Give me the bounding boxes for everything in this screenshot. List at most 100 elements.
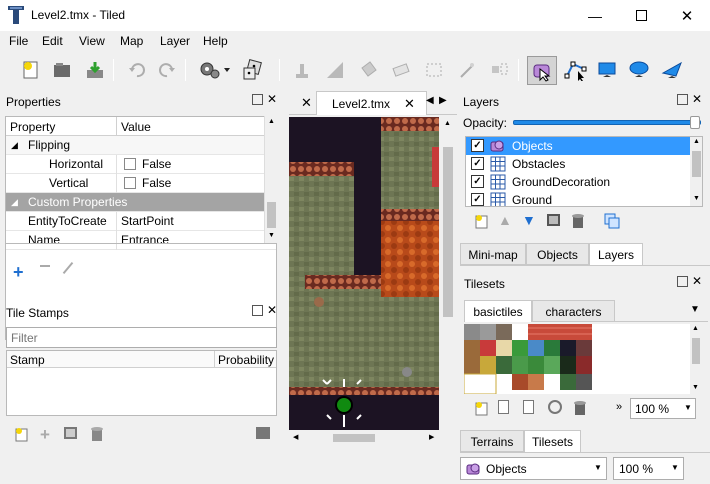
layer-row-ground[interactable]: ✓ Ground <box>466 191 690 206</box>
tab-objects[interactable]: Objects <box>526 243 589 265</box>
duplicate-stamp-icon[interactable] <box>64 427 77 439</box>
tab-level2[interactable]: Level2.tmx ✕ <box>316 91 427 115</box>
scroll-down-icon[interactable]: ▼ <box>693 195 700 202</box>
tab-tilesets[interactable]: Tilesets <box>524 430 581 452</box>
duplicate-layer-icon[interactable] <box>547 214 560 226</box>
remove-tileset-icon[interactable] <box>573 400 587 419</box>
menu-layer[interactable]: Layer <box>160 34 190 48</box>
scroll-right-icon[interactable]: ▶ <box>429 433 434 441</box>
insert-polygon-button[interactable] <box>659 57 687 83</box>
float-icon[interactable] <box>677 94 688 105</box>
terrain-brush-button[interactable] <box>322 57 348 83</box>
property-name[interactable]: Name Entrance <box>6 231 276 250</box>
float-icon[interactable] <box>252 94 263 105</box>
menu-view[interactable]: View <box>79 34 105 48</box>
property-entity-to-create[interactable]: EntityToCreate StartPoint <box>6 212 276 231</box>
tab-terrains[interactable]: Terrains <box>460 430 524 452</box>
property-vertical[interactable]: Vertical False <box>6 174 276 193</box>
open-button[interactable] <box>49 57 75 83</box>
close-dock-icon[interactable]: ✕ <box>267 93 277 105</box>
tab-layers[interactable]: Layers <box>589 243 643 265</box>
scroll-down-icon[interactable]: ▼ <box>268 232 275 239</box>
group-custom-properties[interactable]: ◢ Custom Properties <box>6 193 276 212</box>
scroll-up-icon[interactable]: ▲ <box>268 118 275 125</box>
menu-edit[interactable]: Edit <box>42 34 63 48</box>
layer-row-objects[interactable]: ✓ Objects <box>466 137 690 155</box>
group-flipping[interactable]: ◢ Flipping <box>6 136 276 155</box>
scroll-thumb[interactable] <box>267 202 276 228</box>
maximize-button[interactable] <box>618 0 664 31</box>
scroll-thumb[interactable] <box>692 338 700 364</box>
insert-rectangle-button[interactable] <box>593 57 621 83</box>
export-tileset-icon[interactable] <box>523 400 534 414</box>
scroll-left-icon[interactable]: ◀ <box>293 433 298 441</box>
random-mode-button[interactable] <box>240 57 266 83</box>
col-stamp-header[interactable]: Stamp <box>10 353 45 367</box>
tab-characters[interactable]: characters <box>532 300 615 322</box>
lower-layer-icon[interactable]: ▼ <box>522 212 536 228</box>
remove-property-icon[interactable] <box>40 265 50 267</box>
layer-visible-checkbox[interactable]: ✓ <box>471 175 484 188</box>
stamp-brush-button[interactable] <box>289 57 315 83</box>
scroll-thumb[interactable] <box>333 434 375 442</box>
minimize-button[interactable]: — <box>572 0 618 31</box>
delete-stamp-icon[interactable] <box>90 426 104 445</box>
col-probability-header[interactable]: Probability <box>218 353 274 367</box>
new-stamp-icon[interactable] <box>14 426 30 445</box>
scroll-thumb[interactable] <box>443 147 453 317</box>
stamps-folder-icon[interactable] <box>256 427 270 439</box>
stamp-filter-input[interactable] <box>6 327 277 348</box>
embed-tileset-icon[interactable] <box>498 400 509 414</box>
layer-visible-checkbox[interactable]: ✓ <box>471 139 484 152</box>
scroll-down-icon[interactable]: ▼ <box>692 384 699 391</box>
save-button[interactable] <box>82 57 108 83</box>
undo-button[interactable] <box>124 57 150 83</box>
tab-scroll-right-icon[interactable]: ▶ <box>439 95 447 106</box>
tileset-view[interactable]: ▲ ▼ <box>464 324 700 394</box>
map-vscrollbar[interactable]: ▲ <box>439 117 457 430</box>
tileset-more-icon[interactable]: » <box>616 401 622 413</box>
rectangle-select-button[interactable] <box>421 57 447 83</box>
edit-polygons-button[interactable] <box>561 57 591 83</box>
bucket-fill-button[interactable] <box>355 57 381 83</box>
insert-ellipse-button[interactable] <box>625 57 653 83</box>
property-horizontal[interactable]: Horizontal False <box>6 155 276 174</box>
col-value-header[interactable]: Value <box>121 120 151 134</box>
new-tileset-icon[interactable] <box>474 400 490 419</box>
add-property-icon[interactable]: + <box>13 263 24 281</box>
layer-row-ground-decoration[interactable]: ✓ GroundDecoration <box>466 173 690 191</box>
map-hscrollbar[interactable]: ◀ ▶ <box>289 430 439 446</box>
horizontal-checkbox[interactable] <box>124 158 136 170</box>
tab-scroll-left-icon[interactable]: ◀ <box>426 95 434 106</box>
col-property-header[interactable]: Property <box>10 120 55 134</box>
close-dock-icon[interactable]: ✕ <box>692 93 702 105</box>
delete-layer-icon[interactable] <box>571 213 585 232</box>
menu-help[interactable]: Help <box>203 34 228 48</box>
scroll-up-icon[interactable]: ▲ <box>444 120 451 127</box>
layer-row-obstacles[interactable]: ✓ Obstacles <box>466 155 690 173</box>
float-icon[interactable] <box>252 305 263 316</box>
select-objects-button[interactable] <box>527 56 557 85</box>
command-button[interactable] <box>196 57 234 83</box>
new-button[interactable] <box>18 57 44 83</box>
tileset-menu-icon[interactable]: ▼ <box>690 304 700 315</box>
layers-scrollbar[interactable]: ▲ ▼ <box>690 137 702 206</box>
layer-visible-checkbox[interactable]: ✓ <box>471 157 484 170</box>
opacity-slider[interactable] <box>513 120 701 125</box>
raise-layer-icon[interactable]: ▲ <box>498 212 512 228</box>
magic-wand-button[interactable] <box>454 57 480 83</box>
layer-visible-checkbox[interactable]: ✓ <box>471 193 484 206</box>
tileset-scrollbar[interactable]: ▲ ▼ <box>690 324 700 394</box>
redo-button[interactable] <box>154 57 180 83</box>
tab-close-left-icon[interactable]: ✕ <box>301 95 312 111</box>
menu-map[interactable]: Map <box>120 34 143 48</box>
map-canvas[interactable] <box>289 117 439 430</box>
scroll-thumb[interactable] <box>692 151 701 177</box>
scroll-up-icon[interactable]: ▲ <box>692 325 699 332</box>
new-layer-icon[interactable] <box>474 213 490 232</box>
current-layer-select[interactable]: Objects ▼ <box>460 457 607 480</box>
tab-basictiles[interactable]: basictiles <box>464 300 532 322</box>
tab-minimap[interactable]: Mini-map <box>460 243 526 265</box>
vertical-checkbox[interactable] <box>124 177 136 189</box>
eraser-button[interactable] <box>388 57 414 83</box>
